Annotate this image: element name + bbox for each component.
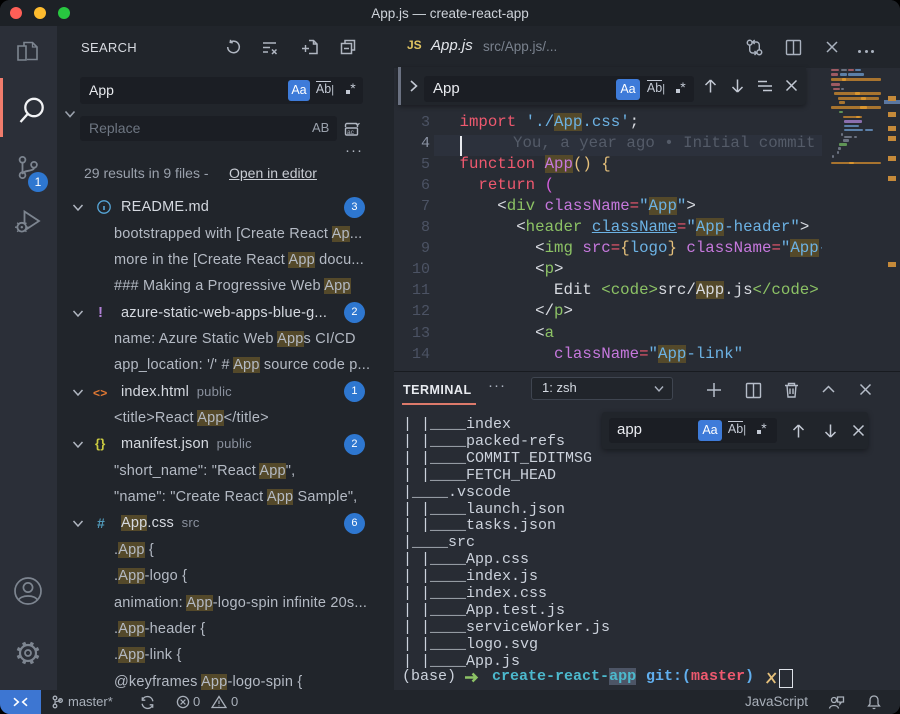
svg-text:ac: ac [347, 129, 355, 136]
